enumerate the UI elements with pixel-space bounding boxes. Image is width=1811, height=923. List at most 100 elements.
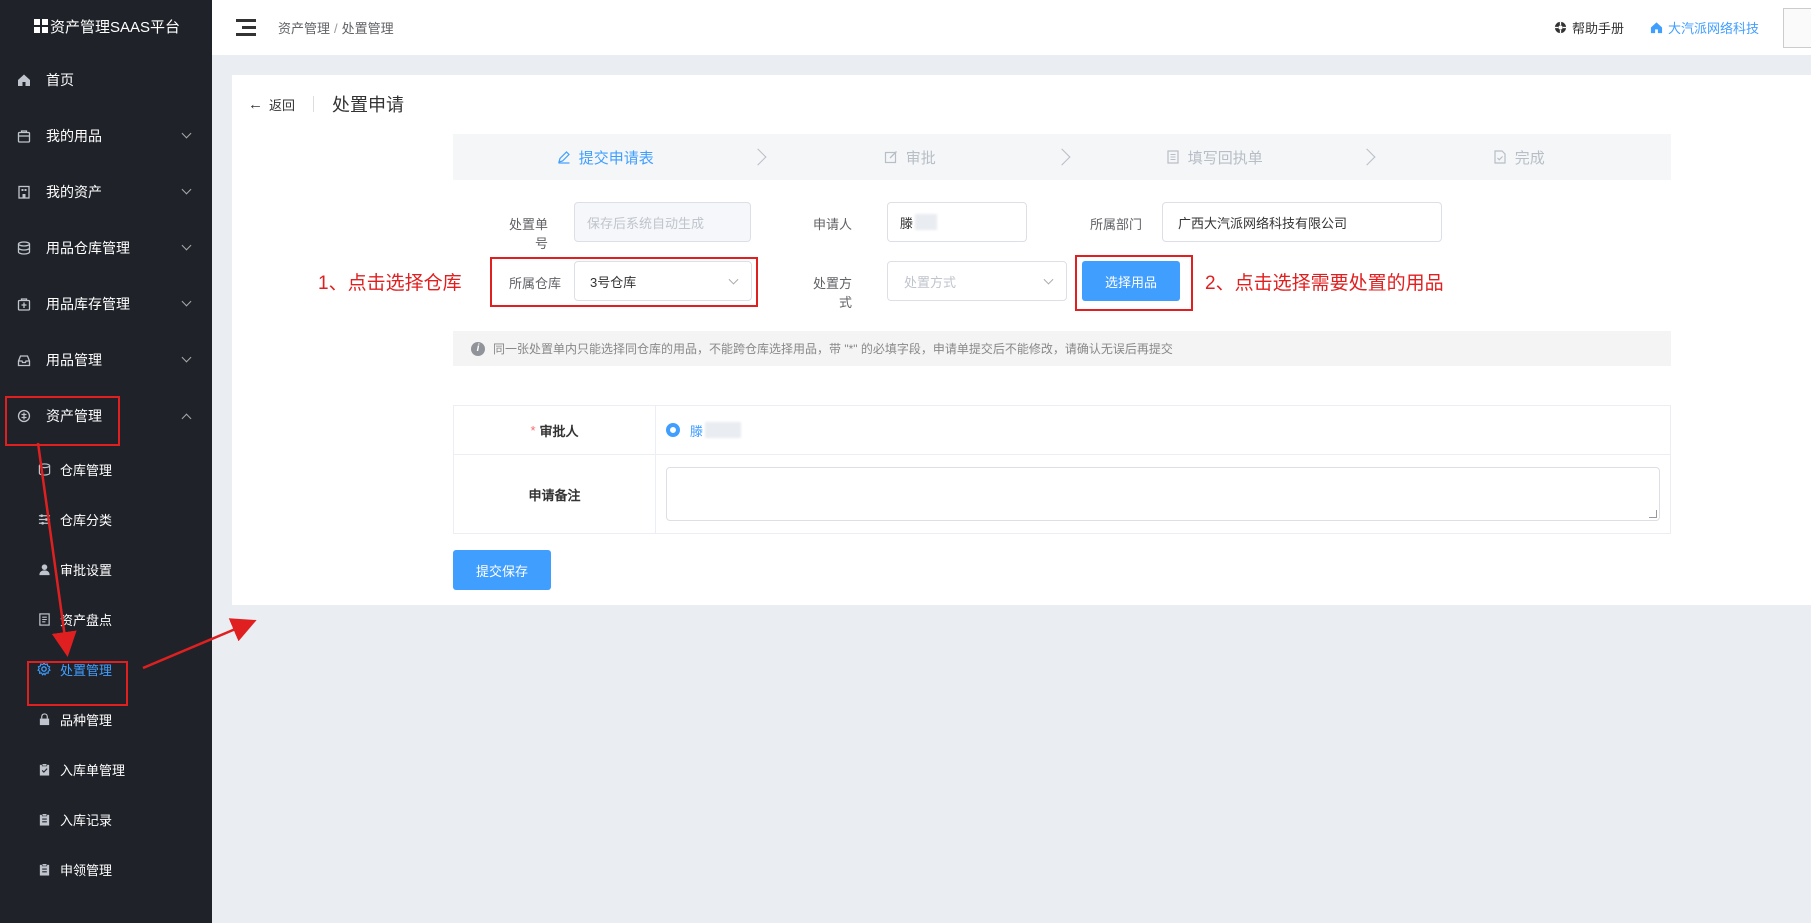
sidebar-item-label: 用品库存管理 <box>46 296 130 312</box>
sidebar-item-label: 我的资产 <box>46 184 102 200</box>
sidebar-item-supply-stock[interactable]: 用品库存管理 <box>0 276 212 332</box>
approver-label: * 审批人 <box>454 406 656 454</box>
back-label: 返回 <box>269 97 296 113</box>
disposal-form-card: ← 返回 处置申请 提交申请表 审批 填写回执单 完成 处置单号 保存后系统自动… <box>232 75 1811 605</box>
avatar[interactable] <box>1783 7 1811 48</box>
step-done: 完成 <box>1367 134 1672 180</box>
document-icon <box>36 611 52 627</box>
menu-toggle-icon[interactable] <box>236 18 258 37</box>
resize-handle-icon[interactable] <box>1649 510 1657 518</box>
sidebar-item-supply-management[interactable]: 用品管理 <box>0 332 212 388</box>
sidebar: 资产管理SAAS平台 首页 我的用品 我的资产 用品仓库管理 用品库存管理 用品… <box>0 0 212 923</box>
remark-textarea[interactable] <box>666 467 1660 521</box>
user-icon <box>36 561 52 577</box>
chevron-down-icon <box>181 352 192 363</box>
chevron-down-icon <box>181 240 192 251</box>
method-label: 处置方式 <box>812 276 852 310</box>
clipboard-icon <box>36 761 52 777</box>
sidebar-subitem-asset-inventory[interactable]: 资产盘点 <box>0 594 212 644</box>
home-icon <box>1650 21 1663 34</box>
sidebar-subitem-label: 申领管理 <box>60 862 113 878</box>
step-receipt: 填写回执单 <box>1062 134 1375 180</box>
help-label: 帮助手册 <box>1571 21 1624 36</box>
sliders-icon <box>36 511 52 527</box>
required-mark: * <box>530 422 536 438</box>
chevron-down-icon <box>1043 274 1054 285</box>
breadcrumb: 资产管理 / 处置管理 <box>278 18 394 37</box>
sidebar-item-label: 用品管理 <box>46 352 102 368</box>
help-manual-link[interactable]: 帮助手册 <box>1554 18 1624 37</box>
highlight-select-supplies-button <box>1075 255 1193 311</box>
method-placeholder: 处置方式 <box>904 274 957 290</box>
annotation-step1: 1、点击选择仓库 <box>318 273 462 294</box>
applicant-label: 申请人 <box>812 217 852 232</box>
sidebar-item-label: 首页 <box>46 72 74 88</box>
step-label: 填写回执单 <box>1187 149 1263 167</box>
sidebar-item-supply-warehouse[interactable]: 用品仓库管理 <box>0 220 212 276</box>
sidebar-subitem-approval-settings[interactable]: 审批设置 <box>0 544 212 594</box>
remark-cell <box>656 455 1670 533</box>
dept-field[interactable]: 广西大汽派网络科技有限公司 <box>1162 202 1442 242</box>
document-icon <box>1166 150 1180 164</box>
step-approval: 审批 <box>758 134 1071 180</box>
dept-label: 所属部门 <box>1089 217 1142 232</box>
method-select[interactable]: 处置方式 <box>887 261 1067 301</box>
sidebar-subitem-warehouse[interactable]: 仓库管理 <box>0 444 212 494</box>
step-label: 提交申请表 <box>578 149 654 167</box>
card-header: ← 返回 处置申请 <box>248 91 404 117</box>
sidebar-item-label: 用品仓库管理 <box>46 240 130 256</box>
clipboard-icon <box>36 861 52 877</box>
remark-row: 申请备注 <box>454 455 1670 533</box>
sidebar-subitem-label: 资产盘点 <box>60 612 113 628</box>
inbox-icon <box>16 352 32 368</box>
company-link[interactable]: 大汽派网络科技 <box>1650 18 1759 37</box>
lock-icon <box>36 711 52 727</box>
company-label: 大汽派网络科技 <box>1667 21 1759 36</box>
sidebar-subitem-label: 入库单管理 <box>60 762 126 778</box>
building-icon <box>16 184 32 200</box>
chevron-down-icon <box>181 184 192 195</box>
highlight-warehouse-select <box>490 257 758 307</box>
approver-options: 滕 <box>656 406 1670 454</box>
clipboard-icon <box>36 811 52 827</box>
arrow-left-icon: ← <box>248 95 263 113</box>
breadcrumb-item: 处置管理 <box>341 21 394 36</box>
sidebar-subitem-stock-in-orders[interactable]: 入库单管理 <box>0 744 212 794</box>
edit-icon <box>557 150 571 164</box>
app-title: 资产管理SAAS平台 <box>50 18 181 36</box>
sidebar-item-home[interactable]: 首页 <box>0 52 212 108</box>
sidebar-subitem-label: 审批设置 <box>60 562 113 578</box>
database-icon <box>16 240 32 256</box>
submit-save-button[interactable]: 提交保存 <box>453 550 551 590</box>
sidebar-subitem-warehouse-category[interactable]: 仓库分类 <box>0 494 212 544</box>
database-icon <box>36 461 52 477</box>
breadcrumb-item[interactable]: 资产管理 <box>278 21 330 36</box>
sidebar-subitem-stock-in-records[interactable]: 入库记录 <box>0 794 212 844</box>
app-logo[interactable]: 资产管理SAAS平台 <box>0 0 212 52</box>
approval-table: * 审批人 滕 申请备注 <box>453 405 1671 534</box>
approver-radio[interactable] <box>666 423 680 437</box>
notice-text: 同一张处置单内只能选择同仓库的用品，不能跨仓库选择用品，带 "*" 的必填字段，… <box>493 342 1173 356</box>
approver-row: * 审批人 滕 <box>454 406 1670 455</box>
bag-icon <box>16 296 32 312</box>
sidebar-item-my-assets[interactable]: 我的资产 <box>0 164 212 220</box>
sidebar-item-label: 我的用品 <box>46 128 102 144</box>
applicant-field[interactable]: 滕 <box>887 202 1027 242</box>
sidebar-item-my-supplies[interactable]: 我的用品 <box>0 108 212 164</box>
sidebar-subitem-label: 仓库分类 <box>60 512 113 528</box>
highlight-asset-management <box>5 396 120 446</box>
help-icon <box>1554 21 1567 34</box>
sidebar-subitem-label: 入库记录 <box>60 812 113 828</box>
progress-steps: 提交申请表 审批 填写回执单 完成 <box>453 134 1671 180</box>
step-label: 审批 <box>905 149 936 167</box>
sidebar-subitem-label: 品种管理 <box>60 712 113 728</box>
sidebar-subitem-claim-management[interactable]: 申领管理 <box>0 844 212 894</box>
divider <box>313 96 315 112</box>
approver-name[interactable]: 滕 <box>690 421 703 440</box>
back-button[interactable]: ← 返回 <box>248 95 295 114</box>
step-submit: 提交申请表 <box>453 134 766 180</box>
redacted-text <box>915 214 938 230</box>
order-no-field: 保存后系统自动生成 <box>574 202 751 242</box>
step-label: 完成 <box>1514 149 1545 167</box>
chevron-up-icon <box>181 413 192 424</box>
